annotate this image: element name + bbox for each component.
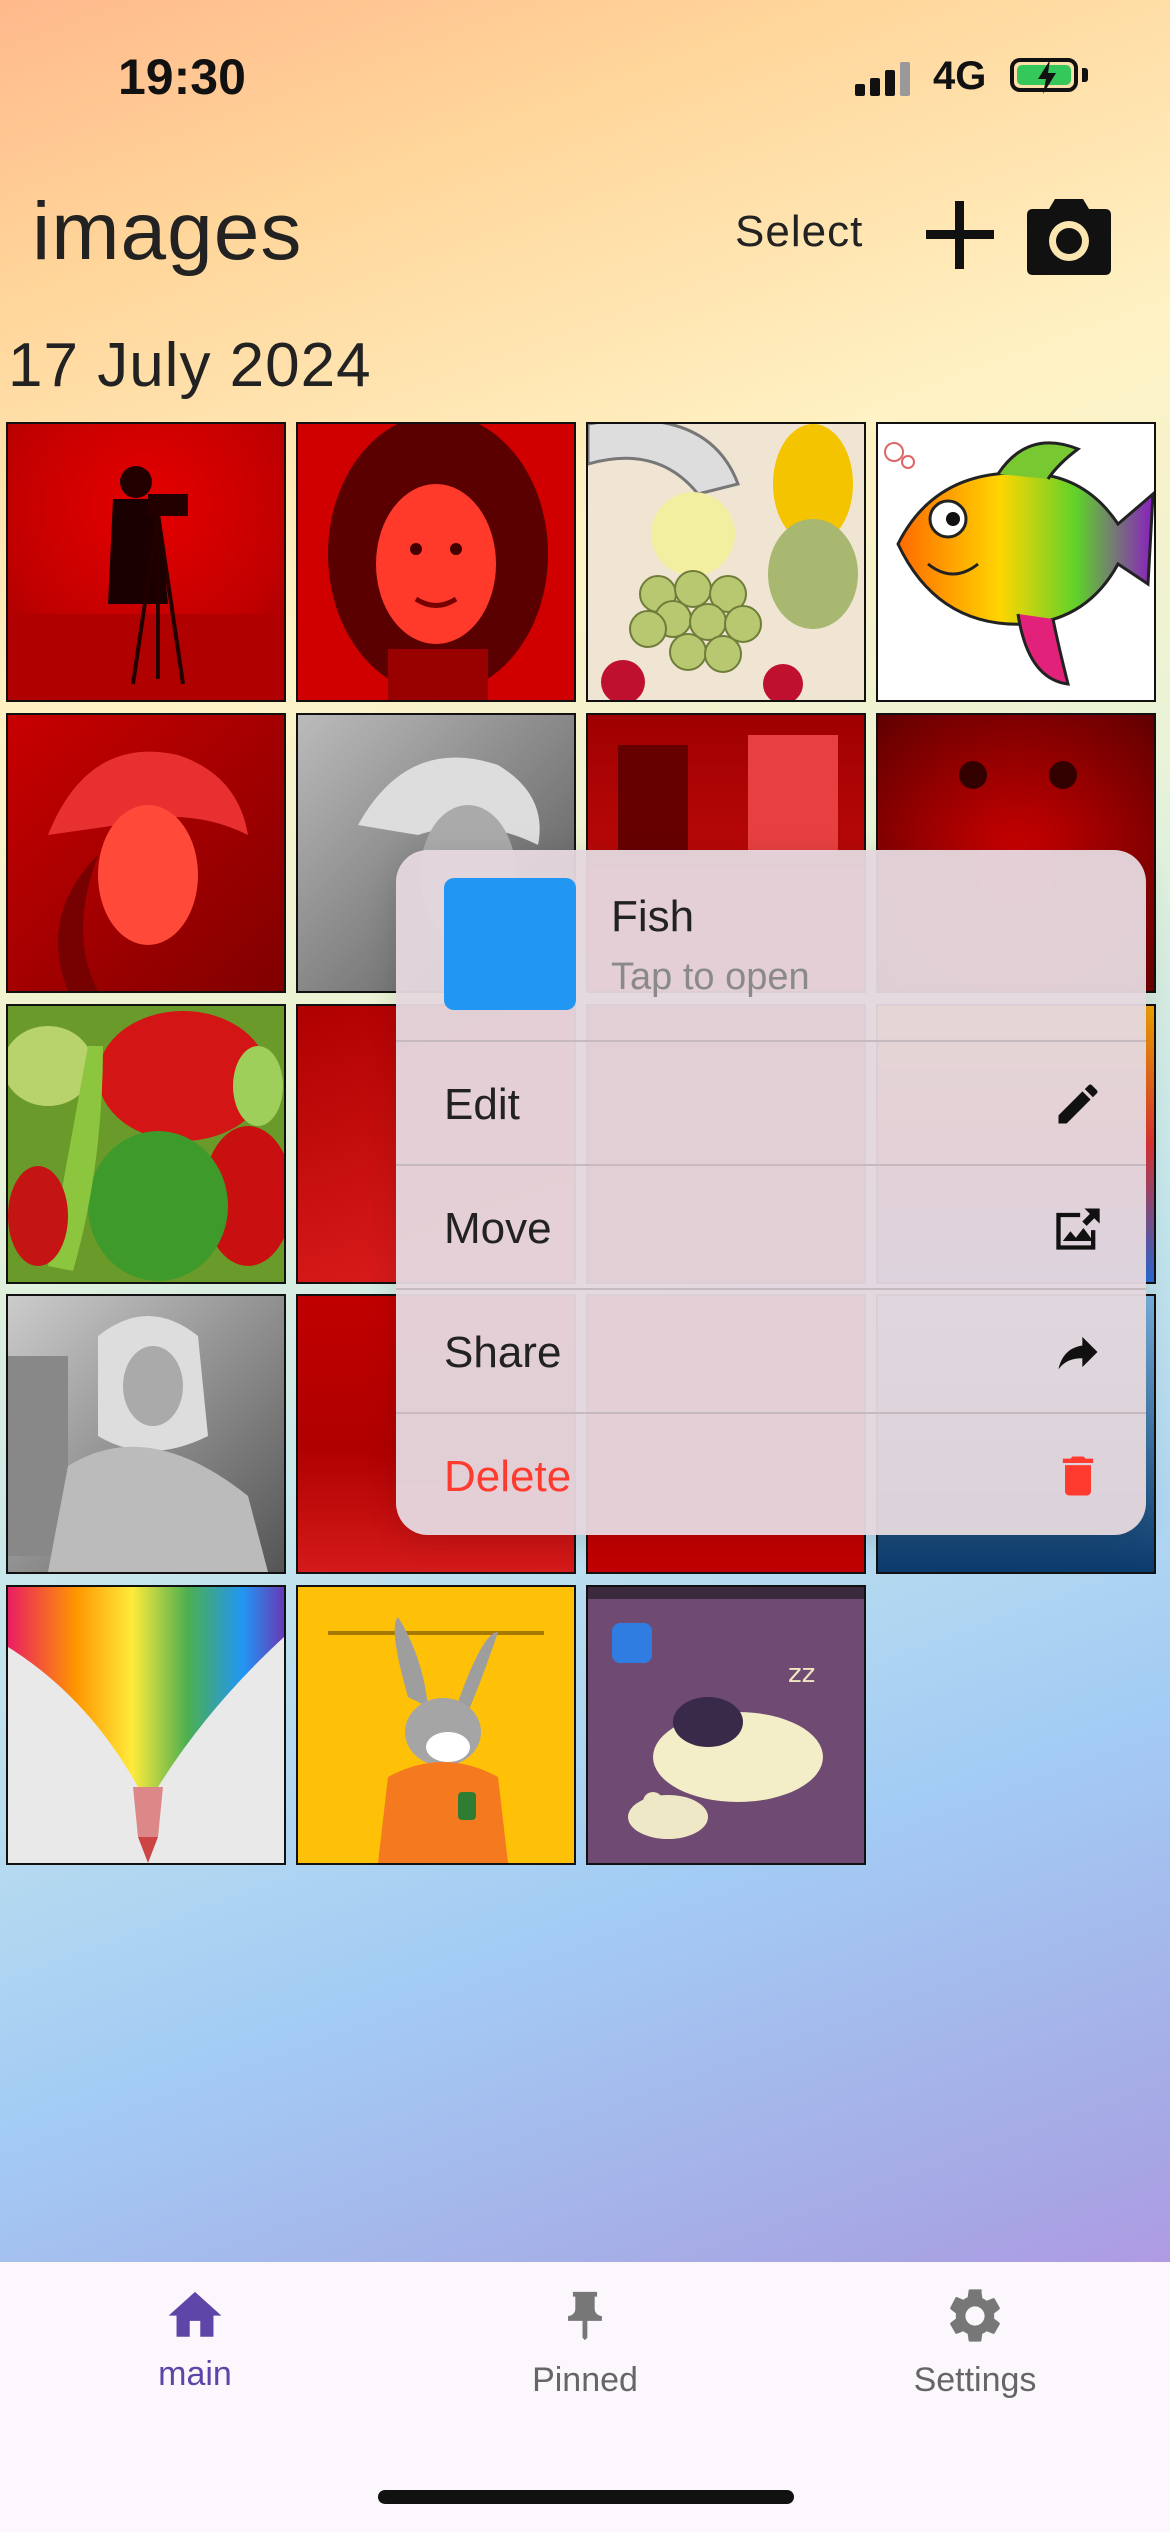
- menu-item-move[interactable]: Move: [396, 1164, 1146, 1290]
- nav-label: Pinned: [532, 2361, 638, 2399]
- preview-subtitle: Tap to open: [611, 956, 810, 998]
- select-button[interactable]: Select: [735, 207, 863, 257]
- image-tile-fish[interactable]: [876, 422, 1156, 702]
- image-tile-fruits[interactable]: [586, 422, 866, 702]
- image-tile-bugs-bunny[interactable]: [296, 1585, 576, 1865]
- home-icon: [168, 2291, 222, 2337]
- pin-icon: [568, 2291, 602, 2341]
- plus-icon: [926, 201, 994, 269]
- home-indicator: [378, 2490, 794, 2504]
- network-type: 4G: [933, 54, 987, 98]
- trash-icon: [1062, 1456, 1094, 1496]
- pencil-icon: [1058, 1084, 1098, 1124]
- image-tile-barbara-gray[interactable]: [6, 1294, 286, 1574]
- menu-item-delete[interactable]: Delete: [396, 1412, 1146, 1535]
- battery-icon: [1010, 58, 1078, 94]
- nav-item-settings[interactable]: Settings: [850, 2284, 1100, 2400]
- status-time: 19:30: [118, 49, 246, 105]
- preview-thumbnail[interactable]: [444, 878, 576, 1010]
- menu-item-label: Share: [444, 1328, 562, 1377]
- menu-item-share[interactable]: Share: [396, 1288, 1146, 1414]
- add-button[interactable]: [920, 195, 1000, 275]
- image-tile-peppers[interactable]: [6, 1004, 286, 1284]
- image-tile-sleeping-cartoon[interactable]: zz: [586, 1585, 866, 1865]
- svg-text:zz: zz: [788, 1659, 815, 1689]
- menu-item-label: Edit: [444, 1080, 520, 1129]
- nav-label: Settings: [913, 2361, 1037, 2399]
- signal-icon: [855, 62, 915, 96]
- date-group-header: 17 July 2024: [8, 331, 372, 400]
- camera-icon: [1027, 199, 1111, 275]
- move-image-icon: [1056, 1208, 1100, 1250]
- gear-icon: [950, 2289, 1000, 2342]
- preview-title[interactable]: Fish: [611, 892, 694, 942]
- image-tile-cameraman[interactable]: [6, 422, 286, 702]
- page-title: images: [32, 186, 303, 277]
- share-icon: [1058, 1336, 1098, 1370]
- context-menu: Fish Tap to open Edit Move Share Delete: [396, 850, 1146, 1535]
- nav-item-main[interactable]: main: [70, 2284, 320, 2394]
- nav-item-pinned[interactable]: Pinned: [460, 2284, 710, 2400]
- menu-item-label: Move: [444, 1204, 552, 1253]
- image-tile-woman-portrait[interactable]: [296, 422, 576, 702]
- nav-label: main: [158, 2355, 232, 2393]
- camera-button[interactable]: [1025, 193, 1113, 277]
- battery-tip: [1082, 68, 1088, 82]
- image-tile-pencil-splash[interactable]: [6, 1585, 286, 1865]
- bottom-navigation: main Pinned Settings: [0, 2262, 1170, 2532]
- image-tile-lena-red[interactable]: [6, 713, 286, 993]
- menu-item-label: Delete: [444, 1452, 572, 1501]
- menu-item-edit[interactable]: Edit: [396, 1040, 1146, 1166]
